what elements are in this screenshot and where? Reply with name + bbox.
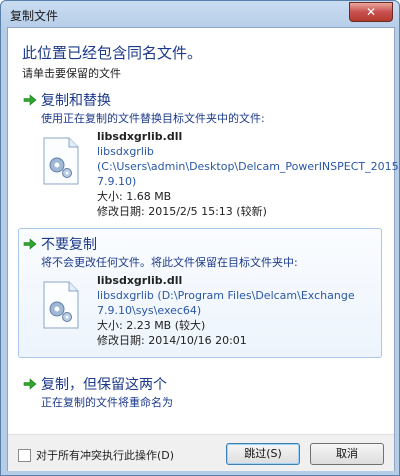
copy-file-dialog: 复制文件 ✕ 此位置已经包含同名文件。 请单击要保留的文件 复制和替换 使用正在… (0, 0, 400, 476)
green-arrow-icon (23, 378, 37, 390)
option-keep-both[interactable]: 复制，但保留这两个 正在复制的文件将重命名为 (18, 368, 382, 412)
file-modified-date: 修改日期: 2015/2/5 15:13 (较新) (97, 205, 267, 218)
file-path-line: libsdxgrlib (97, 145, 154, 158)
file-name: libsdxgrlib.dll (97, 130, 183, 143)
apply-to-all-checkbox[interactable]: 对于所有冲突执行此操作(D) (18, 447, 174, 463)
option-title: 复制，但保留这两个 (41, 377, 167, 393)
dll-file-icon (43, 137, 79, 185)
option-copy-and-replace[interactable]: 复制和替换 使用正在复制的文件替换目标文件夹中的文件: libsdxgrlib.… (18, 84, 399, 218)
green-arrow-icon (23, 238, 37, 250)
dialog-body: 此位置已经包含同名文件。 请单击要保留的文件 复制和替换 使用正在复制的文件替换… (7, 27, 399, 471)
file-path-line: 7.9.10\sys\exec64) (97, 304, 202, 317)
title-bar: 复制文件 ✕ (1, 1, 399, 27)
option-title: 复制和替换 (41, 93, 111, 109)
green-arrow-icon (23, 94, 37, 106)
dialog-footer: 对于所有冲突执行此操作(D) 跳过(S) 取消 (8, 434, 394, 471)
window-title: 复制文件 (10, 9, 59, 23)
file-path-line: 7.9.10) (97, 175, 137, 188)
option-title: 不要复制 (41, 237, 97, 253)
dialog-heading: 此位置已经包含同名文件。 (22, 44, 203, 62)
checkbox-box[interactable] (18, 448, 31, 462)
cancel-button[interactable]: 取消 (310, 443, 384, 465)
file-modified-date: 修改日期: 2014/10/16 20:01 (97, 334, 247, 347)
option-description: 使用正在复制的文件替换目标文件夹中的文件: (41, 112, 265, 125)
dll-file-icon (43, 281, 79, 329)
option-dont-copy[interactable]: 不要复制 将不会更改任何文件。将此文件保留在目标文件夹中: libsdxgrli… (18, 228, 382, 358)
source-file-info: libsdxgrlib.dll libsdxgrlib (C:\Users\ad… (97, 129, 399, 219)
file-path-line: (C:\Users\admin\Desktop\Delcam_PowerINSP… (97, 160, 399, 173)
close-button[interactable]: ✕ (349, 2, 393, 22)
file-size: 大小: 2.23 MB (较大) (97, 319, 206, 332)
option-description: 正在复制的文件将重命名为 (41, 396, 173, 409)
file-path-line: libsdxgrlib (D:\Program Files\Delcam\Exc… (97, 289, 355, 302)
file-name: libsdxgrlib.dll (97, 274, 183, 287)
checkbox-label: 对于所有冲突执行此操作(D) (36, 449, 175, 462)
dialog-subheading: 请单击要保留的文件 (22, 67, 121, 80)
destination-file-info: libsdxgrlib.dll libsdxgrlib (D:\Program … (97, 273, 377, 348)
file-size: 大小: 1.68 MB (97, 190, 172, 203)
skip-button[interactable]: 跳过(S) (226, 443, 300, 465)
option-description: 将不会更改任何文件。将此文件保留在目标文件夹中: (41, 256, 298, 269)
